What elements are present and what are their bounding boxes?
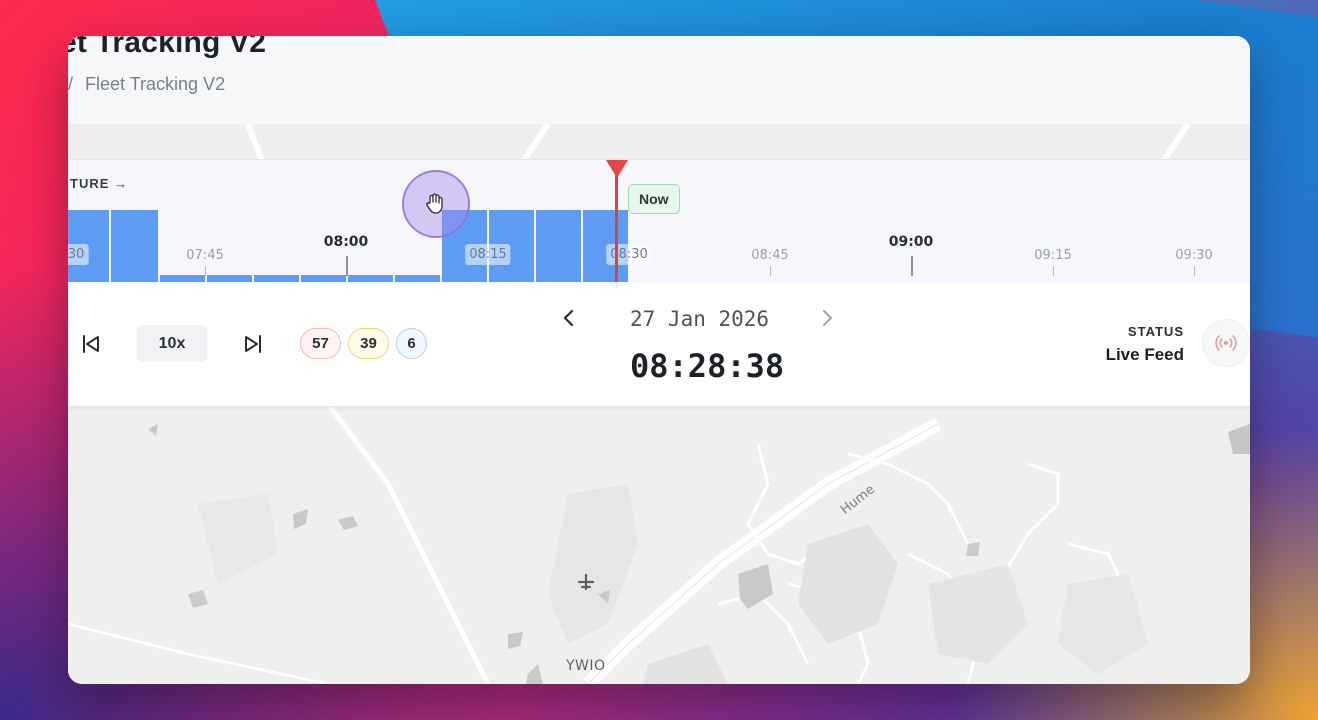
activity-bar[interactable]	[536, 210, 581, 282]
tick-label: 08:00	[323, 234, 369, 250]
timeline-section-label: TURE →	[70, 176, 128, 191]
skip-forward-button[interactable]	[238, 329, 268, 359]
tick-label: 30	[68, 244, 89, 265]
count-badge-blue[interactable]: 6	[396, 328, 427, 359]
cursor-indicator	[402, 170, 470, 238]
skip-back-icon	[83, 335, 99, 353]
tick-label: 09:00	[888, 234, 934, 250]
now-badge[interactable]: Now	[628, 184, 680, 214]
activity-bar[interactable]	[395, 275, 440, 282]
status-label: STATUS	[1127, 324, 1184, 339]
activity-bar[interactable]	[348, 275, 393, 282]
tick-mark	[205, 266, 206, 276]
breadcrumb-current[interactable]: Fleet Tracking V2	[85, 74, 225, 95]
activity-bar[interactable]	[301, 275, 346, 282]
tick-mark	[1053, 266, 1054, 276]
speed-button[interactable]: 10x	[137, 325, 207, 362]
playhead-handle[interactable]	[606, 160, 628, 178]
page-header: Fleet Tracking V2 / Fleet Tracking V2	[68, 36, 1250, 124]
live-feed-button[interactable]	[1202, 319, 1250, 367]
count-badge-yellow[interactable]: 39	[348, 328, 389, 359]
skip-back-button[interactable]	[76, 329, 106, 359]
tick-mark	[770, 266, 771, 276]
tick-label: 09:15	[1034, 248, 1072, 263]
airport-label: YWIO	[566, 658, 606, 674]
playback-controls: 10x 57 39 6 27 Jan 2026 08:28:38 STATUS …	[68, 283, 1250, 407]
activity-bar[interactable]	[254, 275, 299, 282]
tick-label: 09:30	[1175, 248, 1213, 263]
next-day-button[interactable]	[814, 303, 840, 333]
current-time: 08:28:38	[630, 347, 785, 385]
current-date: 27 Jan 2026	[630, 307, 770, 331]
count-badge-red[interactable]: 57	[300, 328, 341, 359]
tick-label: 08:45	[751, 248, 789, 263]
tick-label: 08:30	[606, 244, 652, 265]
playhead-line[interactable]	[615, 172, 618, 282]
app-window: YWIO Hume Fleet Tracking V2 / Fleet Trac…	[68, 36, 1250, 684]
skip-forward-icon	[245, 335, 261, 353]
grab-hand-icon	[426, 193, 443, 214]
chevron-right-icon	[823, 310, 832, 326]
broadcast-icon	[1215, 335, 1237, 351]
activity-bar[interactable]	[207, 275, 252, 282]
tick-mark	[911, 256, 913, 276]
tick-label: 08:15	[465, 244, 511, 265]
tick-mark	[1194, 266, 1195, 276]
activity-bar[interactable]	[160, 275, 205, 282]
activity-bar[interactable]	[111, 210, 158, 282]
tick-mark	[346, 256, 348, 276]
tick-label: 07:45	[186, 248, 224, 263]
breadcrumb-separator: /	[68, 74, 74, 94]
page-title: Fleet Tracking V2	[68, 36, 267, 59]
timeline-panel[interactable]: TURE → 30 07:45 08:00 08:15 08:30 08:45 …	[68, 159, 1250, 283]
prev-day-button[interactable]	[556, 303, 582, 333]
breadcrumb: / Fleet Tracking V2	[68, 74, 225, 95]
chevron-left-icon	[563, 309, 574, 327]
status-value: Live Feed	[1105, 345, 1184, 364]
